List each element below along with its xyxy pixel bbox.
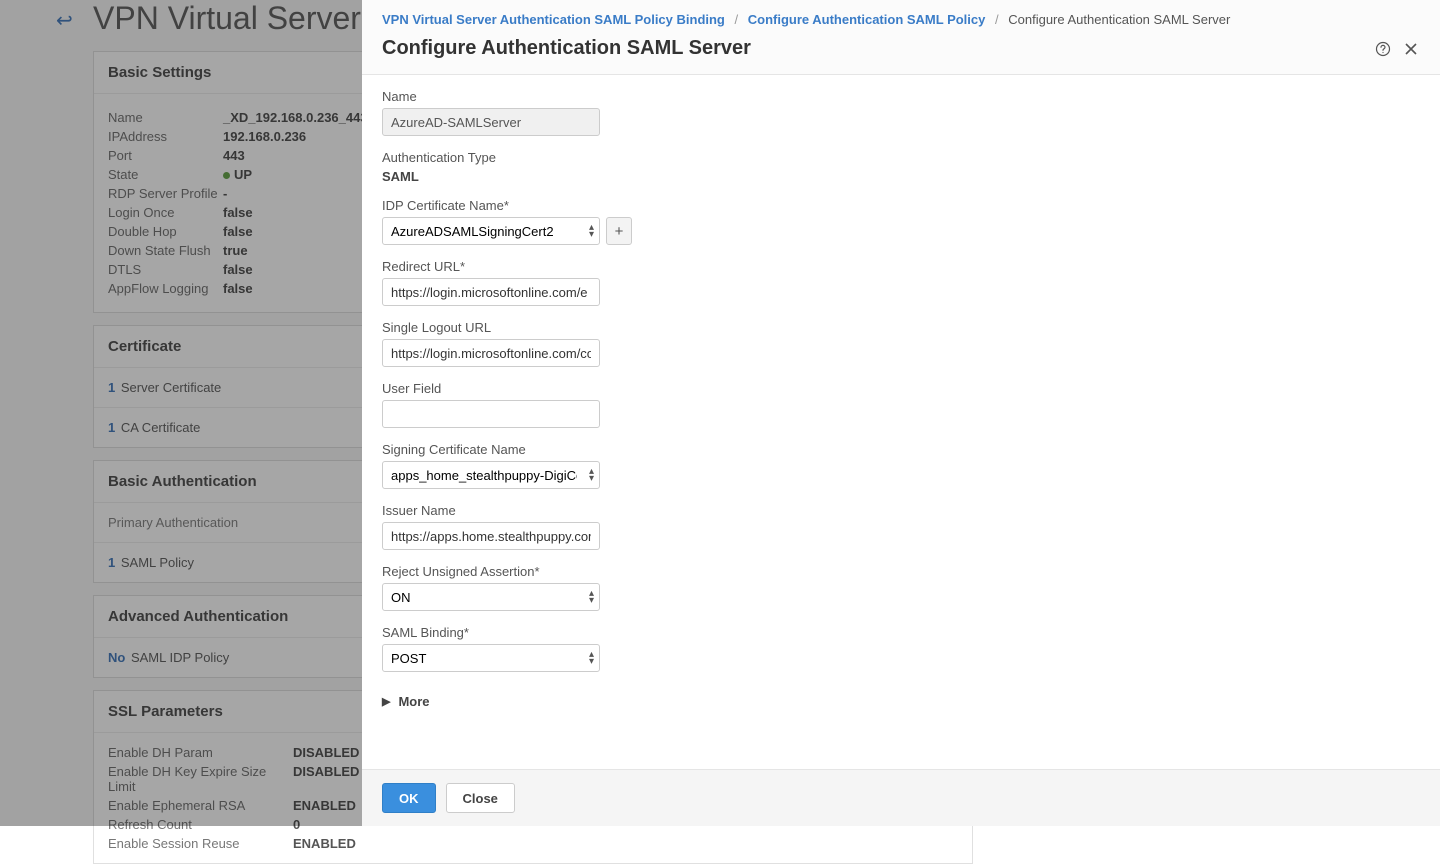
breadcrumb-current: Configure Authentication SAML Server	[1008, 12, 1230, 27]
ssl-row: Enable Session ReuseENABLED	[94, 834, 972, 853]
configure-saml-server-modal: VPN Virtual Server Authentication SAML P…	[362, 0, 1440, 826]
breadcrumb-separator: /	[995, 12, 999, 27]
user-field-input[interactable]	[382, 400, 600, 428]
caret-right-icon: ▶	[382, 695, 390, 708]
breadcrumb-separator: /	[735, 12, 739, 27]
slo-url-label: Single Logout URL	[382, 320, 1420, 335]
saml-binding-label: SAML Binding*	[382, 625, 1420, 640]
modal-header: VPN Virtual Server Authentication SAML P…	[362, 0, 1440, 75]
close-button[interactable]: Close	[446, 783, 515, 813]
idp-cert-label: IDP Certificate Name*	[382, 198, 1420, 213]
redirect-url-label: Redirect URL*	[382, 259, 1420, 274]
user-field-label: User Field	[382, 381, 1420, 396]
idp-cert-select[interactable]: AzureADSAMLSigningCert2	[382, 217, 600, 245]
name-label: Name	[382, 89, 1420, 104]
name-input[interactable]	[382, 108, 600, 136]
breadcrumb-link-binding[interactable]: VPN Virtual Server Authentication SAML P…	[382, 12, 725, 27]
ssl-label: Enable Session Reuse	[108, 836, 293, 851]
breadcrumb: VPN Virtual Server Authentication SAML P…	[362, 0, 1440, 31]
modal-body: Name Authentication Type SAML IDP Certif…	[362, 75, 1440, 769]
help-icon[interactable]	[1374, 40, 1392, 58]
redirect-url-input[interactable]	[382, 278, 600, 306]
reject-unsigned-label: Reject Unsigned Assertion*	[382, 564, 1420, 579]
signing-cert-select[interactable]: apps_home_stealthpuppy-DigiCe	[382, 461, 600, 489]
breadcrumb-link-policy[interactable]: Configure Authentication SAML Policy	[748, 12, 986, 27]
slo-url-input[interactable]	[382, 339, 600, 367]
saml-binding-select[interactable]: POST	[382, 644, 600, 672]
add-idp-cert-button[interactable]: +	[606, 217, 632, 245]
auth-type-value: SAML	[382, 169, 1420, 184]
more-label: More	[398, 694, 429, 709]
ssl-value: ENABLED	[293, 836, 356, 851]
ok-button[interactable]: OK	[382, 783, 436, 813]
modal-title: Configure Authentication SAML Server	[382, 37, 751, 60]
more-toggle[interactable]: ▶ More	[382, 686, 1420, 713]
modal-footer: OK Close	[362, 769, 1440, 826]
close-icon[interactable]	[1402, 40, 1420, 58]
reject-unsigned-select[interactable]: ON	[382, 583, 600, 611]
issuer-name-label: Issuer Name	[382, 503, 1420, 518]
signing-cert-label: Signing Certificate Name	[382, 442, 1420, 457]
issuer-name-input[interactable]	[382, 522, 600, 550]
auth-type-label: Authentication Type	[382, 150, 1420, 165]
